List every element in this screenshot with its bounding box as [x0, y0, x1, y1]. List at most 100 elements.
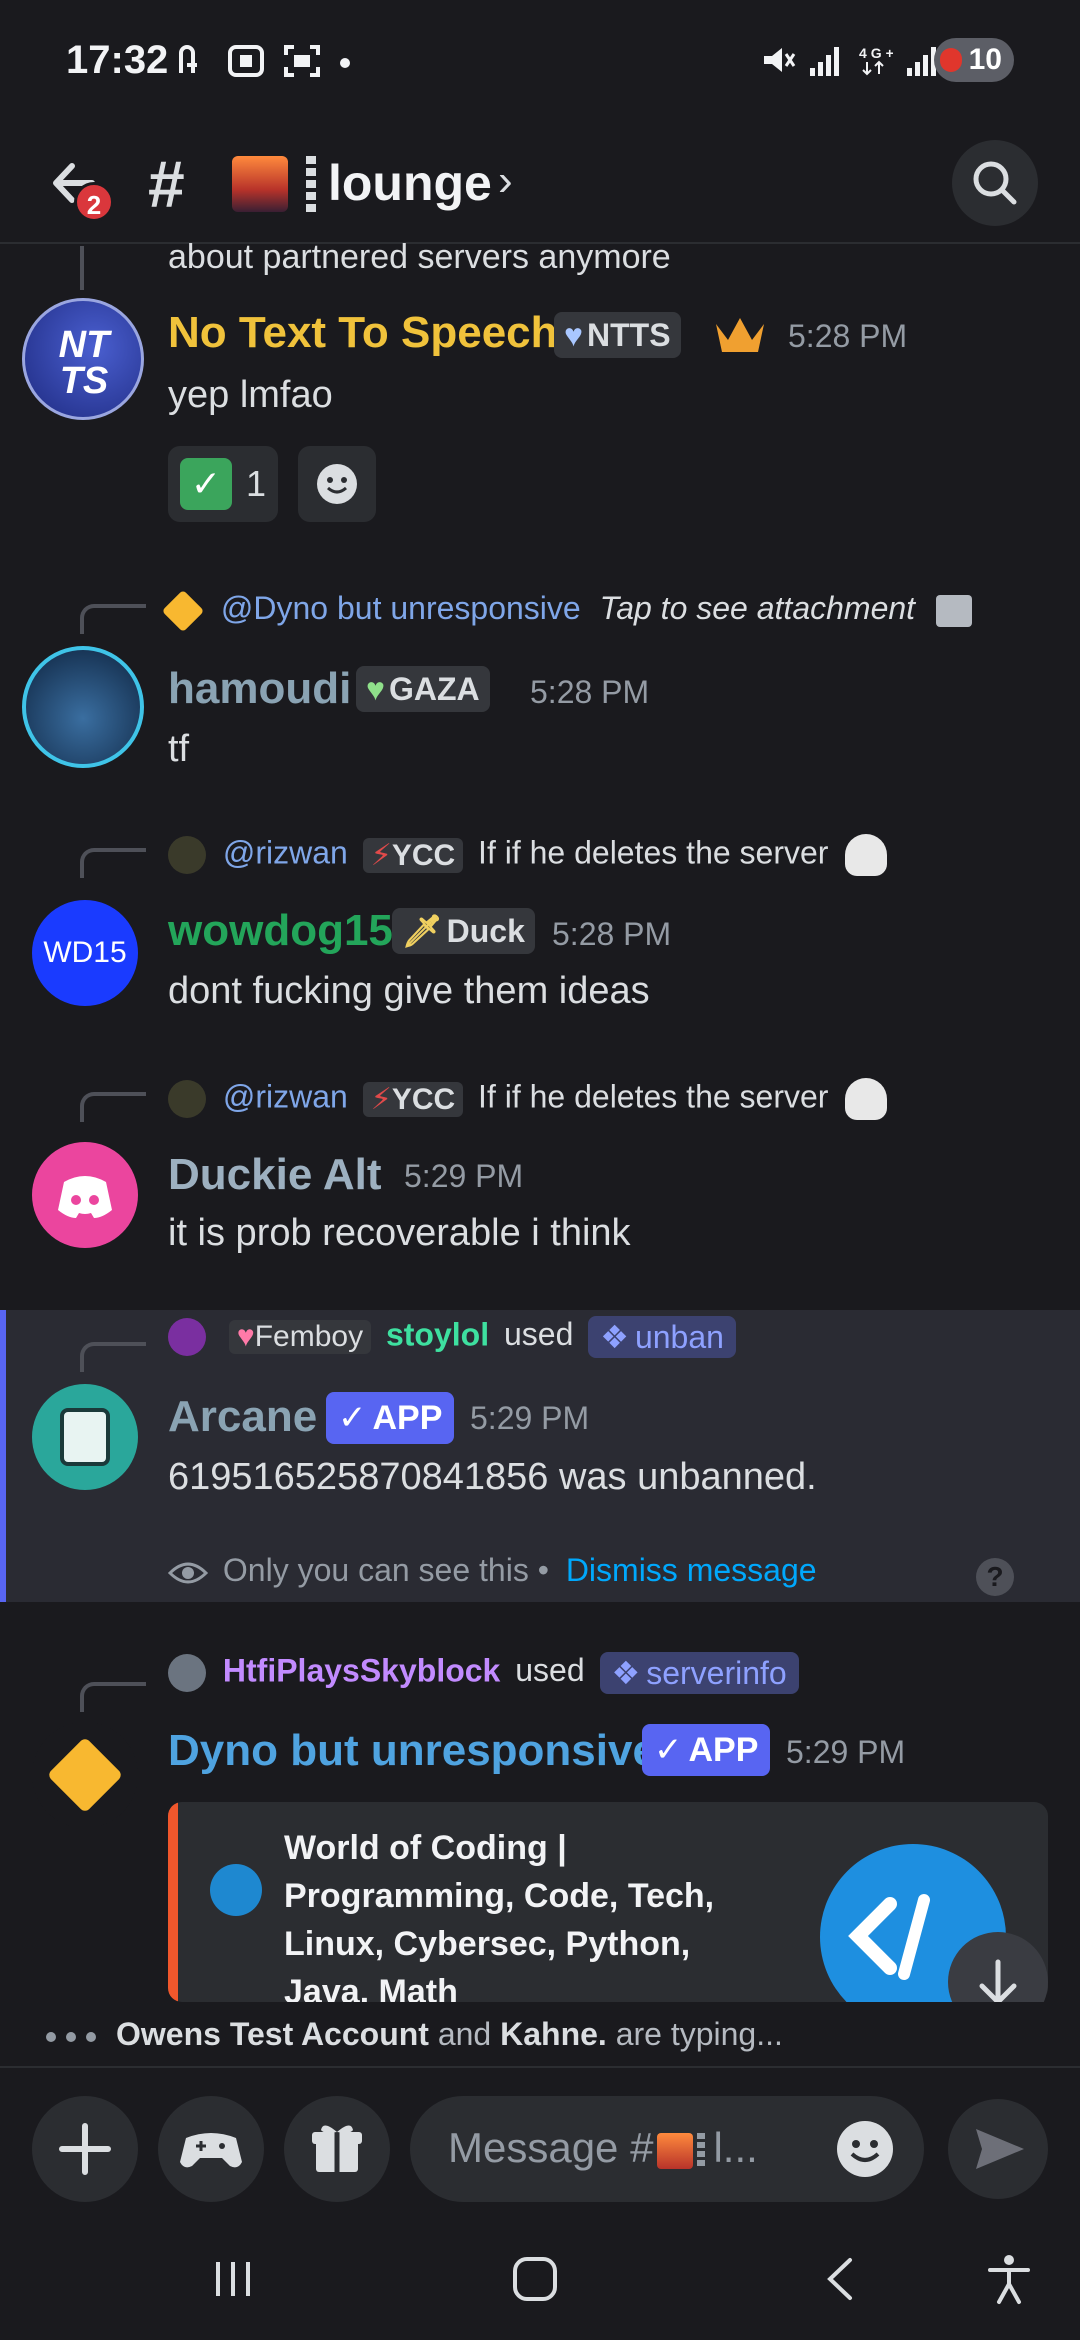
ephemeral-note: Only you can see this •	[222, 1552, 549, 1588]
avatar[interactable]	[32, 1384, 138, 1490]
channel-name[interactable]: lounge	[328, 154, 492, 212]
reply-avatar	[168, 1318, 206, 1356]
checkmark-icon: ✓	[180, 458, 232, 510]
reply-mention[interactable]: @Dyno but unresponsive	[221, 590, 581, 626]
send-button[interactable]	[948, 2099, 1048, 2199]
status-time: 17:32	[66, 38, 169, 82]
reply-role-tag-label: YCC	[391, 838, 456, 872]
command-pill[interactable]: ❖ unban	[588, 1316, 736, 1358]
search-icon	[973, 161, 1017, 205]
gift-button[interactable]	[284, 2096, 390, 2202]
username[interactable]: No Text To Speech	[168, 308, 558, 358]
avatar[interactable]: NT TS	[22, 298, 144, 420]
timestamp: 5:28 PM	[552, 916, 672, 952]
4g-icon: 4G+	[859, 45, 894, 76]
notification-icon	[179, 45, 197, 74]
reply-line	[80, 604, 146, 634]
skull-icon	[845, 1078, 888, 1120]
recent-apps-icon	[216, 2262, 250, 2296]
system-navigation-bar	[0, 2216, 1080, 2340]
avatar[interactable]	[22, 646, 144, 768]
notification-icons	[175, 40, 353, 79]
embed-border	[168, 1802, 178, 2002]
command-user[interactable]: HtfiPlaysSkyblock	[223, 1652, 500, 1688]
reply-text: If if he deletes the server	[478, 1078, 829, 1115]
unread-badge: 2	[74, 182, 114, 222]
bot-avatar-icon	[60, 1408, 110, 1466]
typing-user-2: Kahne.	[500, 2016, 607, 2052]
timestamp: 5:29 PM	[786, 1734, 906, 1770]
command-preview[interactable]: ♥Femboy stoylol used ❖ unban	[168, 1316, 736, 1358]
accessibility-button[interactable]	[984, 2252, 1034, 2311]
avatar-text: WD15	[43, 936, 127, 969]
reply-role-tag-label: YCC	[391, 1082, 456, 1116]
command-name: unban	[634, 1319, 724, 1355]
reply-mention[interactable]: @rizwan	[223, 834, 348, 870]
city-emoji-icon	[657, 2132, 694, 2169]
mute-icon	[764, 48, 796, 73]
add-reaction-button[interactable]	[298, 446, 376, 522]
reply-role-tag: ♥Femboy	[228, 1320, 372, 1354]
role-tag-label: GAZA	[389, 670, 480, 707]
typing-and: and	[437, 2016, 492, 2052]
typing-indicator: Owens Test Account and Kahne. are typing…	[0, 2002, 1080, 2068]
server-icon	[210, 1864, 262, 1916]
reply-role-tag: ⚡YCC	[362, 1081, 464, 1117]
typing-dots-icon	[44, 2030, 104, 2049]
ephemeral-bar	[0, 1310, 6, 1602]
channel-header: 2 # lounge ›	[0, 120, 1080, 244]
reply-preview[interactable]: @rizwan ⚡YCC If if he deletes the server	[168, 834, 888, 876]
reply-role-tag: ⚡YCC	[362, 837, 464, 873]
avatar-text: NT TS	[58, 324, 110, 402]
avatar[interactable]: WD15	[32, 900, 138, 1006]
emoji-button[interactable]	[834, 2118, 896, 2185]
username[interactable]: hamoudi	[168, 664, 351, 714]
reaction-count: 1	[246, 463, 267, 504]
avatar[interactable]	[32, 1722, 138, 1828]
lightning-icon: ⚡	[370, 1082, 392, 1116]
message-composer: Message # l...	[0, 2066, 1080, 2216]
recent-apps-button[interactable]	[210, 2256, 256, 2307]
command-user[interactable]: stoylol	[386, 1316, 489, 1352]
scan-icon	[283, 45, 320, 78]
reply-preview[interactable]: @rizwan ⚡YCC If if he deletes the server	[168, 1078, 888, 1120]
reply-avatar	[168, 1080, 206, 1118]
username[interactable]: Duckie Alt	[168, 1150, 382, 1200]
reaction-checkmark[interactable]: ✓ 1	[168, 446, 279, 522]
command-preview[interactable]: HtfiPlaysSkyblock used ❖ serverinfo	[168, 1652, 799, 1694]
help-button[interactable]: ?	[976, 1558, 1014, 1596]
timestamp: 5:28 PM	[788, 318, 908, 354]
message-placeholder: Message # l...	[448, 2124, 758, 2172]
role-tag: ♥ NTTS	[554, 312, 681, 358]
reply-text: Tap to see attachment	[599, 590, 916, 626]
placeholder-prefix: Message #	[448, 2124, 654, 2171]
reply-mention[interactable]: @rizwan	[223, 1078, 348, 1114]
username[interactable]: Arcane	[168, 1392, 317, 1442]
gift-icon	[312, 2125, 362, 2172]
nav-back-button[interactable]	[818, 2254, 864, 2309]
command-used-label: used	[515, 1652, 585, 1689]
app-tag: ✓ APP	[642, 1724, 771, 1776]
role-tag-label: NTTS	[587, 316, 671, 353]
status-bar: 17:32 4G+ 10	[0, 0, 1080, 120]
username[interactable]: Dyno but unresponsive	[168, 1726, 657, 1776]
help-icon: ?	[986, 1561, 1004, 1592]
battery-saver-icon	[940, 48, 962, 72]
message-input[interactable]: Message # l...	[410, 2096, 924, 2202]
app-tag-label: APP	[688, 1730, 759, 1769]
dismiss-message-link[interactable]: Dismiss message	[566, 1552, 817, 1588]
role-tag: 🗡 Duck	[392, 908, 535, 954]
reply-role-tag-label: Femboy	[254, 1320, 364, 1353]
command-used-label: used	[503, 1316, 574, 1353]
add-attachment-button[interactable]	[32, 2096, 138, 2202]
role-tag-label: Duck	[446, 912, 525, 949]
chevron-right-icon[interactable]: ›	[498, 156, 513, 206]
command-pill[interactable]: ❖ serverinfo	[599, 1652, 799, 1694]
avatar[interactable]	[32, 1142, 138, 1248]
search-button[interactable]	[952, 140, 1038, 226]
username[interactable]: wowdog15	[168, 906, 393, 956]
reply-preview[interactable]: @Dyno but unresponsive Tap to see attach…	[161, 589, 972, 632]
home-button[interactable]	[510, 2254, 560, 2309]
timestamp: 5:29 PM	[470, 1400, 590, 1436]
activities-button[interactable]	[158, 2096, 264, 2202]
